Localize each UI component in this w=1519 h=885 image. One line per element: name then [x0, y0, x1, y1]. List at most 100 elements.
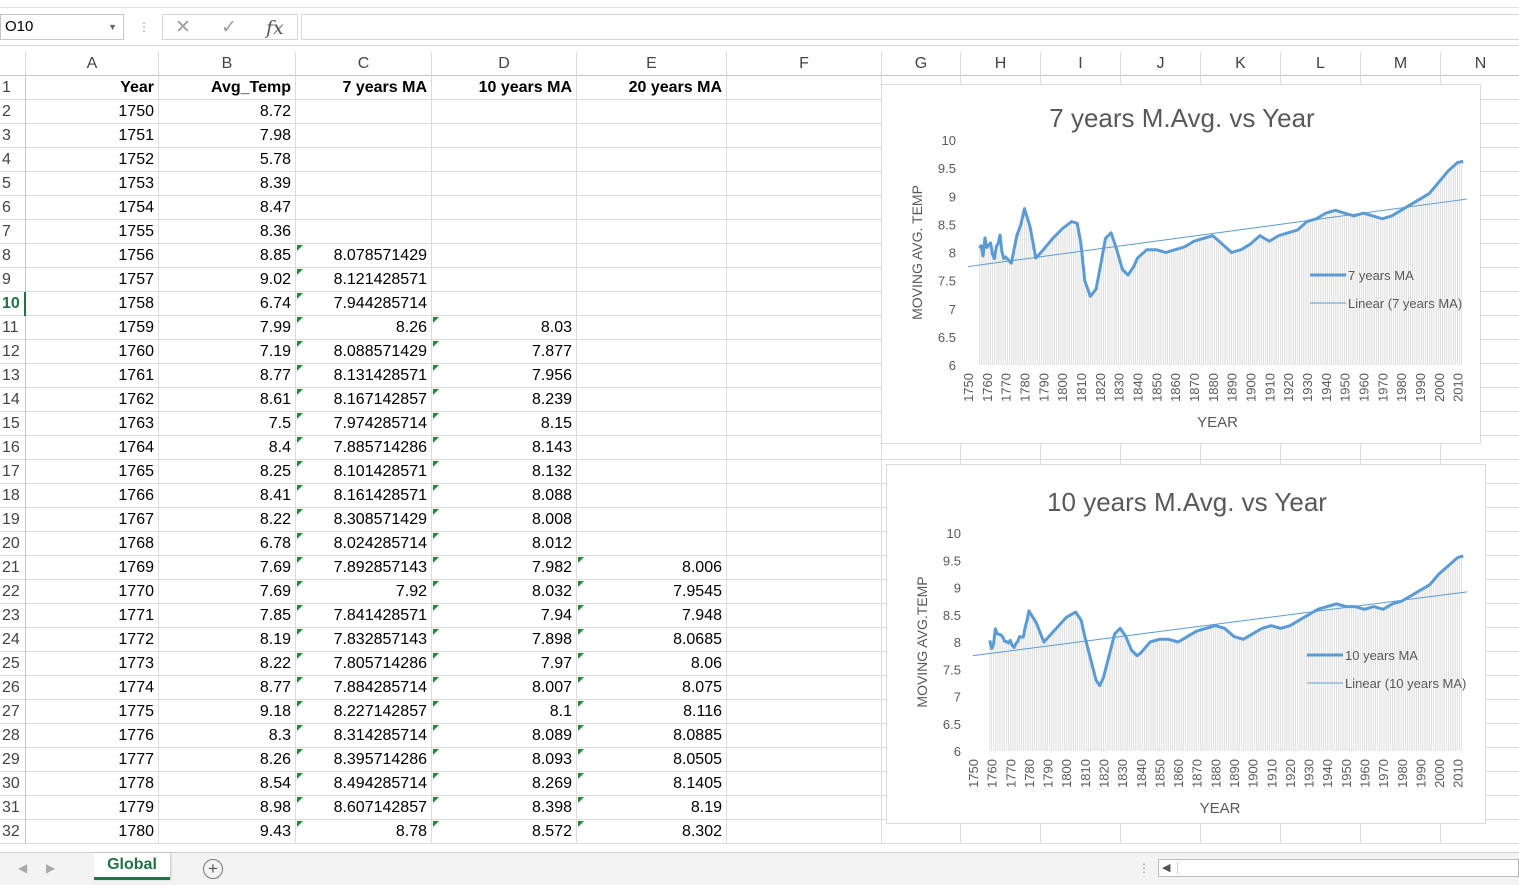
cell-a31[interactable]: 1779	[26, 796, 159, 820]
cell-a14[interactable]: 1762	[26, 388, 159, 412]
column-header-j[interactable]: J	[1121, 52, 1201, 76]
cell-f11[interactable]	[727, 316, 882, 340]
column-header-d[interactable]: D	[432, 52, 577, 76]
cell-d10[interactable]	[432, 292, 577, 316]
cell-a9[interactable]: 1757	[26, 268, 159, 292]
cell-c3[interactable]	[296, 124, 432, 148]
trendline-linear[interactable]	[972, 591, 1468, 657]
cell-f22[interactable]	[727, 580, 882, 604]
cell-b16[interactable]: 8.4	[159, 436, 296, 460]
cell-e5[interactable]	[577, 172, 727, 196]
cell-f9[interactable]	[727, 268, 882, 292]
row-header[interactable]: 1	[0, 76, 26, 100]
cell-c10[interactable]: 7.944285714	[296, 292, 432, 316]
cell-d17[interactable]: 8.132	[432, 460, 577, 484]
cell-a4[interactable]: 1752	[26, 148, 159, 172]
cell-a21[interactable]: 1769	[26, 556, 159, 580]
row-header[interactable]: 30	[0, 772, 26, 796]
enter-check-icon[interactable]: ✓	[221, 15, 237, 41]
cell-e2[interactable]	[577, 100, 727, 124]
cell-c4[interactable]	[296, 148, 432, 172]
cell-e8[interactable]	[577, 244, 727, 268]
cell-a32[interactable]: 1780	[26, 820, 159, 844]
sheet-tab-global[interactable]: Global	[94, 853, 170, 880]
row-header[interactable]: 28	[0, 724, 26, 748]
cell-d3[interactable]	[432, 124, 577, 148]
cell-a5[interactable]: 1753	[26, 172, 159, 196]
row-header[interactable]: 5	[0, 172, 26, 196]
cell-f1[interactable]	[727, 76, 882, 100]
cell-f20[interactable]	[727, 532, 882, 556]
cell-b8[interactable]: 8.85	[159, 244, 296, 268]
cell-a29[interactable]: 1777	[26, 748, 159, 772]
add-sheet-icon[interactable]: +	[203, 859, 223, 879]
cell-b5[interactable]: 8.39	[159, 172, 296, 196]
cell-e18[interactable]	[577, 484, 727, 508]
cell-c16[interactable]: 7.885714286	[296, 436, 432, 460]
cell-b25[interactable]: 8.22	[159, 652, 296, 676]
cell-e25[interactable]: 8.06	[577, 652, 727, 676]
row-header[interactable]: 9	[0, 268, 26, 292]
row-header[interactable]: 7	[0, 220, 26, 244]
row-header[interactable]: 21	[0, 556, 26, 580]
cell-a16[interactable]: 1764	[26, 436, 159, 460]
cell-a3[interactable]: 1751	[26, 124, 159, 148]
cell-e32[interactable]: 8.302	[577, 820, 727, 844]
row-header[interactable]: 27	[0, 700, 26, 724]
cell-d18[interactable]: 8.088	[432, 484, 577, 508]
column-header-h[interactable]: H	[961, 52, 1041, 76]
cell-b14[interactable]: 8.61	[159, 388, 296, 412]
cell-e1[interactable]: 20 years MA	[577, 76, 727, 100]
tab-split-handle[interactable]: ⋮	[1138, 861, 1150, 875]
cell-b4[interactable]: 5.78	[159, 148, 296, 172]
cell-b2[interactable]: 8.72	[159, 100, 296, 124]
cell-c1[interactable]: 7 years MA	[296, 76, 432, 100]
cell-e29[interactable]: 8.0505	[577, 748, 727, 772]
cell-c19[interactable]: 8.308571429	[296, 508, 432, 532]
cell-a20[interactable]: 1768	[26, 532, 159, 556]
cell-d22[interactable]: 8.032	[432, 580, 577, 604]
cell-a12[interactable]: 1760	[26, 340, 159, 364]
cell-e27[interactable]: 8.116	[577, 700, 727, 724]
cell-c26[interactable]: 7.884285714	[296, 676, 432, 700]
cell-e20[interactable]	[577, 532, 727, 556]
column-header-b[interactable]: B	[159, 52, 296, 76]
row-header[interactable]: 2	[0, 100, 26, 124]
column-header-f[interactable]: F	[727, 52, 882, 76]
cell-c25[interactable]: 7.805714286	[296, 652, 432, 676]
cancel-icon[interactable]: ✕	[175, 15, 191, 41]
cell-d26[interactable]: 8.007	[432, 676, 577, 700]
row-header[interactable]: 15	[0, 412, 26, 436]
cell-f18[interactable]	[727, 484, 882, 508]
row-header[interactable]: 32	[0, 820, 26, 844]
cell-b24[interactable]: 8.19	[159, 628, 296, 652]
worksheet-grid[interactable]: ABCDEFGHIJKLMN 1 Year Avg_Temp 7 years MA 10…	[0, 52, 1519, 852]
cell-a6[interactable]: 1754	[26, 196, 159, 220]
cell-e7[interactable]	[577, 220, 727, 244]
cell-d7[interactable]	[432, 220, 577, 244]
cell-d13[interactable]: 7.956	[432, 364, 577, 388]
cell-e30[interactable]: 8.1405	[577, 772, 727, 796]
cell-e26[interactable]: 8.075	[577, 676, 727, 700]
cell-d29[interactable]: 8.093	[432, 748, 577, 772]
cell-f4[interactable]	[727, 148, 882, 172]
cell-a17[interactable]: 1765	[26, 460, 159, 484]
cell-b6[interactable]: 8.47	[159, 196, 296, 220]
cell-e4[interactable]	[577, 148, 727, 172]
cell-c5[interactable]	[296, 172, 432, 196]
cell-c21[interactable]: 7.892857143	[296, 556, 432, 580]
cell-e12[interactable]	[577, 340, 727, 364]
cell-b32[interactable]: 9.43	[159, 820, 296, 844]
cell-b21[interactable]: 7.69	[159, 556, 296, 580]
cell-e16[interactable]	[577, 436, 727, 460]
cell-f29[interactable]	[727, 748, 882, 772]
cell-b27[interactable]: 9.18	[159, 700, 296, 724]
cell-e13[interactable]	[577, 364, 727, 388]
cell-e10[interactable]	[577, 292, 727, 316]
select-all-corner[interactable]	[0, 52, 26, 76]
cell-c2[interactable]	[296, 100, 432, 124]
cell-d19[interactable]: 8.008	[432, 508, 577, 532]
cell-a28[interactable]: 1776	[26, 724, 159, 748]
cell-f21[interactable]	[727, 556, 882, 580]
row-header[interactable]: 17	[0, 460, 26, 484]
